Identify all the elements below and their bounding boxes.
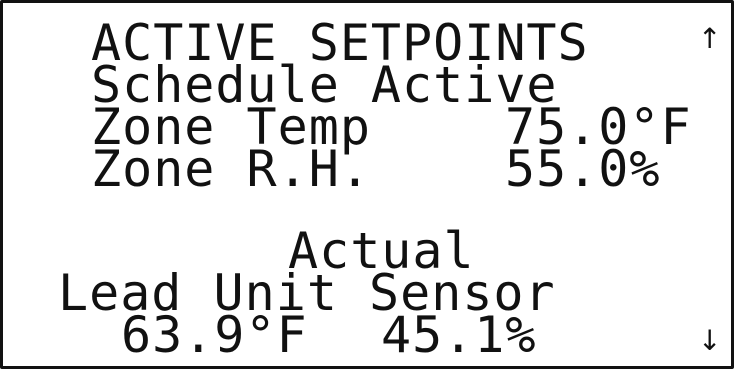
sensor-rh-value: 45.1% [381, 306, 537, 364]
zone-rh-value: 55.0% [505, 140, 661, 198]
zone-rh-row: Zone R.H. 55.0% [3, 143, 660, 195]
zone-rh-label: Zone R.H. [91, 140, 371, 198]
sensor-temp-value: 63.9°F [121, 306, 308, 364]
sensor-values-row: 63.9°F 45.1% [3, 309, 536, 361]
down-arrow-icon[interactable]: ↓ [698, 327, 721, 355]
lcd-display: ACTIVE SETPOINTS ↑ Schedule Active Zone … [0, 0, 734, 369]
up-arrow-icon[interactable]: ↑ [698, 25, 721, 53]
